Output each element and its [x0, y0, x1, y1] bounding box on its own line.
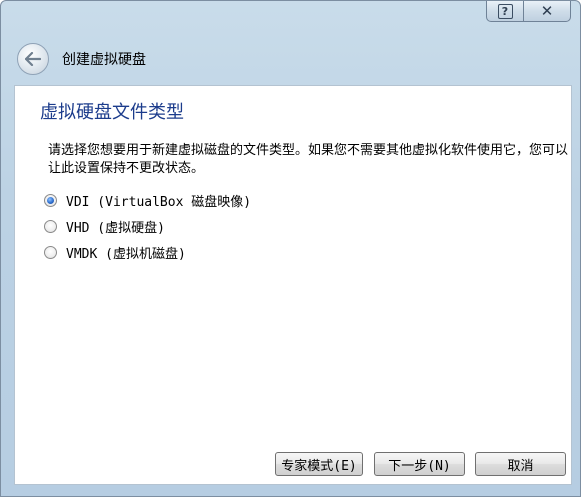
help-icon: ?: [497, 3, 513, 19]
wizard-page: 虚拟硬盘文件类型 请选择您想要用于新建虚拟磁盘的文件类型。如果您不需要其他虚拟化…: [14, 85, 572, 485]
option-vdi-label: VDI (VirtualBox 磁盘映像): [66, 194, 252, 210]
page-title: 虚拟硬盘文件类型: [40, 102, 184, 123]
back-arrow-icon: [25, 52, 41, 66]
close-icon: ✕: [540, 1, 554, 20]
title-bar-buttons: ? ✕: [486, 1, 571, 29]
back-button[interactable]: [17, 43, 49, 75]
option-vhd-label: VHD (虚拟硬盘): [66, 220, 165, 236]
option-vhd[interactable]: VHD (虚拟硬盘): [44, 213, 251, 239]
option-vmdk-label: VMDK (虚拟机磁盘): [66, 246, 186, 262]
wizard-header: 创建虚拟硬盘: [9, 37, 573, 81]
option-vdi[interactable]: VDI (VirtualBox 磁盘映像): [44, 187, 251, 213]
page-description: 请选择您想要用于新建虚拟磁盘的文件类型。如果您不需要其他虚拟化软件使用它，您可以…: [48, 143, 569, 176]
close-button[interactable]: ✕: [524, 1, 571, 22]
next-button[interactable]: 下一步(N): [374, 452, 465, 476]
expert-mode-button[interactable]: 专家模式(E): [275, 452, 363, 476]
help-button[interactable]: ?: [486, 1, 524, 22]
dialog-window: ? ✕ 创建虚拟硬盘 虚拟硬盘文件类型 请选择您想要用于新建虚拟磁盘的文件类型。…: [0, 0, 581, 497]
cancel-button[interactable]: 取消: [475, 452, 566, 476]
radio-vhd[interactable]: [44, 219, 57, 233]
radio-vdi[interactable]: [44, 193, 57, 207]
radio-vmdk[interactable]: [44, 245, 57, 259]
option-vmdk[interactable]: VMDK (虚拟机磁盘): [44, 239, 251, 265]
file-type-options: VDI (VirtualBox 磁盘映像) VHD (虚拟硬盘) VMDK (虚…: [44, 187, 251, 265]
wizard-title: 创建虚拟硬盘: [62, 52, 146, 68]
